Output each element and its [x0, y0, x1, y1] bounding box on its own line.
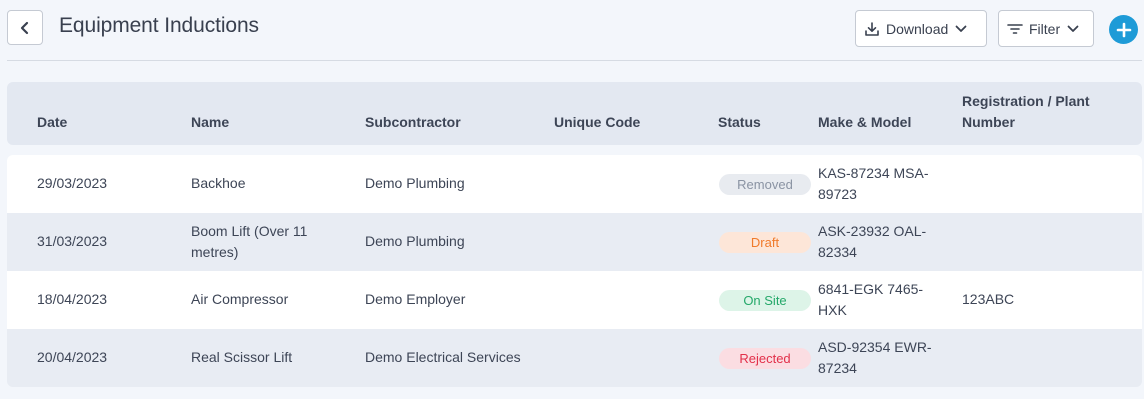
download-label: Download	[886, 20, 949, 37]
cell-subcontractor: Demo Plumbing	[365, 175, 465, 191]
chevron-down-icon	[1067, 25, 1079, 32]
chevron-left-icon	[20, 21, 29, 34]
table-row[interactable]: 18/04/2023 Air Compressor Demo Employer …	[7, 271, 1142, 329]
status-badge: Rejected	[719, 348, 811, 369]
column-header-registration[interactable]: Registration / Plant Number	[962, 91, 1132, 133]
table-row[interactable]: 20/04/2023 Real Scissor Lift Demo Electr…	[7, 329, 1142, 387]
chevron-down-icon	[955, 25, 967, 32]
cell-subcontractor: Demo Electrical Services	[365, 349, 521, 365]
cell-name: Backhoe	[191, 175, 246, 191]
back-button[interactable]	[7, 10, 43, 45]
cell-name: Real Scissor Lift	[191, 349, 293, 365]
page-header: Equipment Inductions Download Filter	[0, 0, 1144, 58]
cell-subcontractor: Demo Employer	[365, 291, 466, 307]
cell-name: Boom Lift (Over 11 metres)	[191, 223, 308, 260]
download-button[interactable]: Download	[855, 10, 987, 47]
status-badge: Draft	[719, 232, 811, 253]
plus-icon	[1116, 22, 1131, 37]
column-header-name[interactable]: Name	[191, 112, 229, 133]
table-header: Date Name Subcontractor Unique Code Stat…	[7, 82, 1142, 145]
page-title: Equipment Inductions	[59, 14, 259, 37]
cell-subcontractor: Demo Plumbing	[365, 233, 465, 249]
cell-registration: 123ABC	[962, 291, 1015, 307]
column-header-make-model[interactable]: Make & Model	[818, 112, 911, 133]
cell-make-model: KAS-87234 MSA-89723	[818, 165, 929, 202]
status-badge: On Site	[719, 290, 811, 311]
column-header-unique-code[interactable]: Unique Code	[554, 112, 640, 133]
filter-label: Filter	[1029, 20, 1061, 37]
column-header-subcontractor[interactable]: Subcontractor	[365, 112, 461, 133]
download-icon	[865, 21, 879, 36]
table-row[interactable]: 31/03/2023 Boom Lift (Over 11 metres) De…	[7, 213, 1142, 271]
table-row[interactable]: 29/03/2023 Backhoe Demo Plumbing Removed…	[7, 155, 1142, 213]
cell-date: 31/03/2023	[37, 233, 108, 249]
add-button[interactable]	[1109, 15, 1138, 44]
status-badge: Removed	[719, 174, 811, 195]
cell-name: Air Compressor	[191, 291, 289, 307]
filter-icon	[1007, 23, 1023, 34]
table-body: 29/03/2023 Backhoe Demo Plumbing Removed…	[7, 155, 1142, 387]
column-header-status[interactable]: Status	[718, 112, 761, 133]
cell-date: 20/04/2023	[37, 349, 108, 365]
column-header-date[interactable]: Date	[37, 112, 67, 133]
cell-make-model: 6841-EGK 7465-HXK	[818, 281, 924, 318]
cell-make-model: ASD-92354 EWR-87234	[818, 339, 932, 376]
cell-date: 29/03/2023	[37, 175, 108, 191]
cell-date: 18/04/2023	[37, 291, 108, 307]
filter-button[interactable]: Filter	[998, 10, 1094, 47]
header-divider	[7, 60, 1142, 61]
cell-make-model: ASK-23932 OAL-82334	[818, 223, 927, 260]
